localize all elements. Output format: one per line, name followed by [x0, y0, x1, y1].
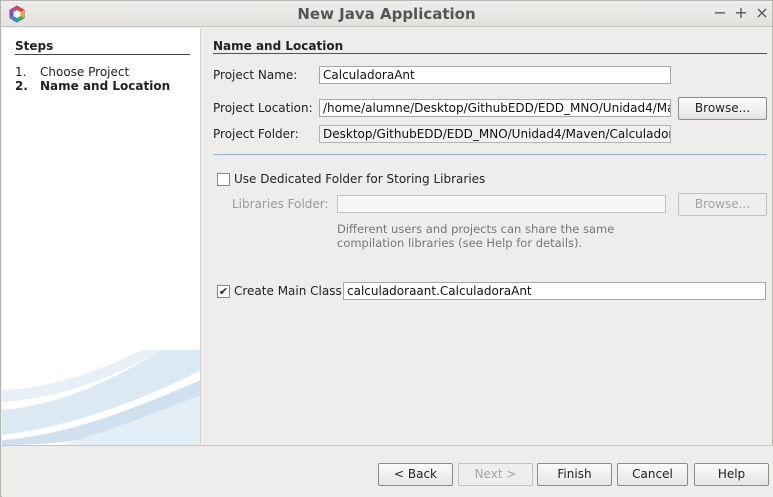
libraries-help-text: Different users and projects can share t… — [337, 222, 657, 250]
project-folder-field: Desktop/GithubEDD/EDD_MNO/Unidad4/Maven/… — [319, 125, 671, 143]
separator — [213, 154, 767, 155]
button-bar: < Back Next > Finish Cancel Help — [2, 445, 773, 497]
step-number: 1. — [15, 65, 27, 79]
section-title: Name and Location — [213, 39, 344, 53]
dedicated-folder-checkbox[interactable] — [217, 173, 230, 186]
libraries-folder-browse-button[interactable]: Browse... — [678, 193, 767, 216]
dialog-window: New Java Application − + × Steps 1. Choos… — [0, 0, 773, 497]
next-button[interactable]: Next > — [458, 463, 533, 486]
step-number: 2. — [15, 79, 28, 93]
title-bar[interactable]: New Java Application − + × — [1, 1, 772, 27]
minimize-button[interactable]: − — [711, 3, 729, 23]
project-location-label: Project Location: — [213, 101, 313, 115]
step-item-choose-project: 1. Choose Project — [15, 65, 129, 79]
decorative-swoosh-graphic — [2, 350, 200, 445]
project-name-input[interactable]: CalculadoraAnt — [319, 66, 671, 84]
steps-title: Steps — [15, 39, 54, 53]
close-button[interactable]: × — [753, 3, 771, 23]
project-location-browse-button[interactable]: Browse... — [678, 97, 767, 120]
cancel-button[interactable]: Cancel — [617, 463, 688, 486]
main-class-input[interactable]: calculadoraant.CalculadoraAnt — [343, 282, 766, 300]
window-title: New Java Application — [297, 5, 476, 23]
back-button[interactable]: < Back — [378, 463, 453, 486]
step-label: Name and Location — [40, 79, 171, 93]
project-location-input[interactable]: /home/alumne/Desktop/GithubEDD/EDD_MNO/U… — [319, 99, 671, 117]
create-main-class-checkbox[interactable]: ✔ — [217, 285, 230, 298]
steps-panel: Steps 1. Choose Project 2. Name and Locati… — [2, 28, 201, 445]
steps-divider — [15, 54, 190, 55]
project-folder-label: Project Folder: — [213, 127, 299, 141]
help-text-line: compilation libraries (see Help for deta… — [337, 236, 583, 250]
libraries-folder-input[interactable] — [337, 195, 666, 213]
step-item-name-and-location: 2. Name and Location — [15, 79, 170, 93]
help-text-line: Different users and projects can share t… — [337, 222, 615, 236]
finish-button[interactable]: Finish — [537, 463, 612, 486]
step-label: Choose Project — [40, 65, 130, 79]
maximize-button[interactable]: + — [732, 3, 750, 23]
help-button[interactable]: Help — [694, 463, 769, 486]
create-main-class-label[interactable]: Create Main Class — [234, 284, 342, 298]
section-divider — [213, 53, 767, 54]
libraries-folder-label: Libraries Folder: — [232, 197, 329, 211]
project-name-label: Project Name: — [213, 68, 298, 82]
dedicated-folder-label[interactable]: Use Dedicated Folder for Storing Librari… — [234, 172, 485, 186]
